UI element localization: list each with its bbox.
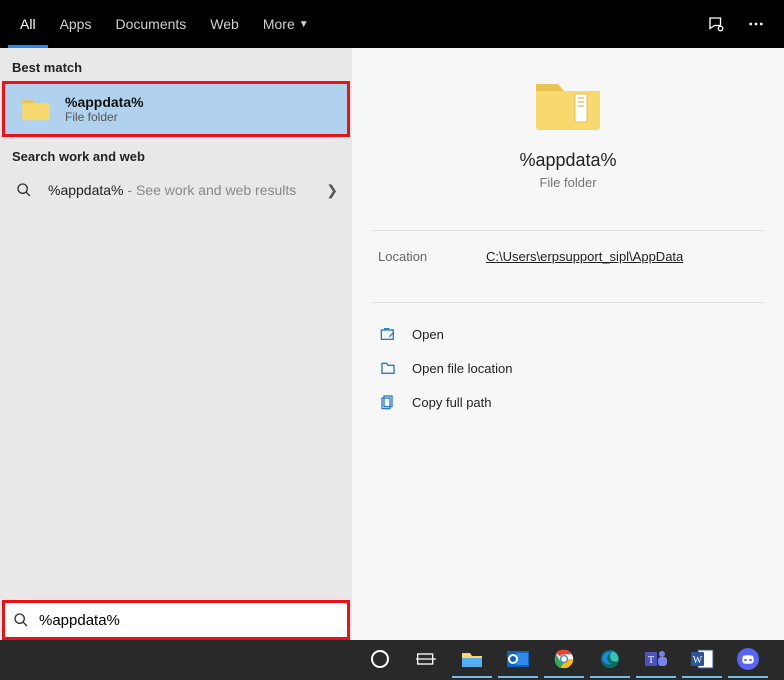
content-row: Best match %appdata% File folder Search … [0,48,784,680]
windows-search-panel: All Apps Documents Web More ▼ Best match [0,0,784,680]
taskbar: T W [354,640,784,680]
action-copy-path-label: Copy full path [412,395,492,410]
web-search-result[interactable]: %appdata% - See work and web results ❯ [0,170,352,210]
web-search-text: %appdata% - See work and web results [48,182,326,198]
taskbar-edge[interactable] [590,642,630,678]
best-match-title: %appdata% [65,94,144,110]
detail-pane: %appdata% File folder Location C:\Users\… [352,48,784,680]
open-icon [378,325,398,343]
detail-subtitle: File folder [539,175,596,190]
action-open[interactable]: Open [352,317,784,351]
tab-all[interactable]: All [8,0,48,48]
detail-title: %appdata% [519,150,616,171]
search-ww-label: Search work and web [0,137,352,170]
separator [372,302,764,303]
chevron-right-icon: ❯ [326,182,338,199]
taskbar-word[interactable]: W [682,642,722,678]
tab-more-label: More [263,16,295,32]
search-input[interactable] [37,611,339,630]
svg-text:W: W [693,655,703,666]
circle-icon [371,650,389,668]
folder-icon [19,95,53,123]
action-open-location[interactable]: Open file location [352,351,784,385]
folder-icon [533,76,603,132]
tab-apps[interactable]: Apps [48,0,104,48]
web-search-suffix: - See work and web results [124,182,297,198]
action-copy-path[interactable]: Copy full path [352,385,784,419]
best-match-result[interactable]: %appdata% File folder [2,81,350,137]
search-icon [14,180,34,200]
action-open-label: Open [412,327,444,342]
location-row: Location C:\Users\erpsupport_sipl\AppDat… [352,245,784,282]
folder-open-icon [378,359,398,377]
location-label: Location [378,249,486,264]
location-value[interactable]: C:\Users\erpsupport_sipl\AppData [486,249,683,264]
detail-header: %appdata% File folder [352,48,784,210]
results-pane: Best match %appdata% File folder Search … [0,48,352,680]
tab-web[interactable]: Web [198,0,251,48]
tab-more[interactable]: More ▼ [251,0,321,48]
more-options-icon[interactable] [736,0,776,48]
taskbar-chrome[interactable] [544,642,584,678]
search-box[interactable] [2,600,350,640]
best-match-text: %appdata% File folder [65,94,144,124]
taskbar-outlook[interactable] [498,642,538,678]
copy-icon [378,393,398,411]
best-match-subtitle: File folder [65,110,144,124]
best-match-label: Best match [0,48,352,81]
web-search-term: %appdata% [48,182,124,198]
chevron-down-icon: ▼ [299,19,309,30]
search-tab-bar: All Apps Documents Web More ▼ [0,0,784,48]
search-icon [13,612,29,628]
task-view-button[interactable] [406,642,446,678]
action-open-location-label: Open file location [412,361,512,376]
taskbar-file-explorer[interactable] [452,642,492,678]
taskbar-left-bg [0,640,354,680]
feedback-icon[interactable] [696,0,736,48]
taskbar-teams[interactable]: T [636,642,676,678]
taskbar-discord[interactable] [728,642,768,678]
separator [372,230,764,231]
svg-text:T: T [648,655,654,666]
cortana-button[interactable] [360,642,400,678]
tab-documents[interactable]: Documents [103,0,198,48]
